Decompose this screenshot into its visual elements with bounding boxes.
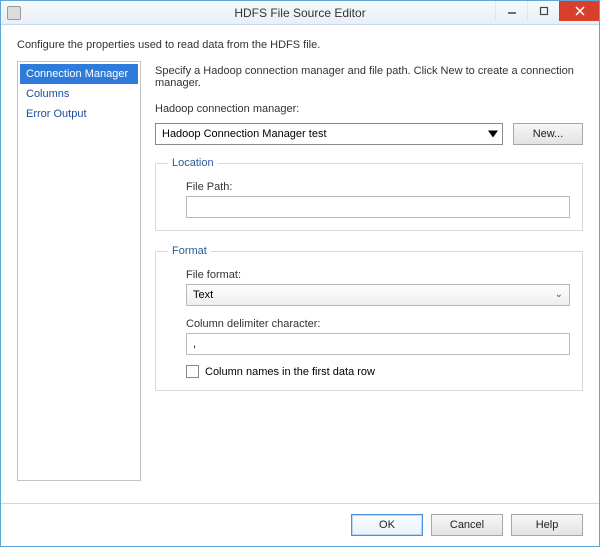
- file-format-label: File format:: [186, 269, 570, 281]
- help-button-label: Help: [536, 519, 559, 531]
- location-group: Location File Path:: [155, 157, 583, 231]
- sidebar-item-label: Error Output: [26, 108, 87, 120]
- hcm-value: Hadoop Connection Manager test: [162, 128, 327, 140]
- file-format-value: Text: [193, 289, 213, 301]
- dialog-window: HDFS File Source Editor Configure the pr…: [0, 0, 600, 547]
- first-row-checkbox[interactable]: [186, 365, 199, 378]
- file-format-select[interactable]: Text ⌄: [186, 284, 570, 306]
- main-panel: Specify a Hadoop connection manager and …: [155, 61, 583, 495]
- ok-button[interactable]: OK: [351, 514, 423, 536]
- hcm-row: Hadoop Connection Manager test New...: [155, 123, 583, 145]
- delimiter-input[interactable]: [186, 333, 570, 355]
- delimiter-label: Column delimiter character:: [186, 318, 570, 330]
- sidebar-item-error-output[interactable]: Error Output: [20, 104, 138, 124]
- minimize-button[interactable]: [495, 1, 527, 21]
- titlebar: HDFS File Source Editor: [1, 1, 599, 25]
- format-group: Format File format: Text ⌄ Column delimi…: [155, 245, 583, 391]
- new-button[interactable]: New...: [513, 123, 583, 145]
- system-icon: [7, 6, 21, 20]
- first-row-checkbox-row[interactable]: Column names in the first data row: [186, 365, 570, 378]
- location-legend: Location: [168, 157, 218, 169]
- maximize-button[interactable]: [527, 1, 559, 21]
- close-icon: [575, 6, 585, 16]
- panel-hint: Specify a Hadoop connection manager and …: [155, 65, 583, 89]
- close-button[interactable]: [559, 1, 599, 21]
- file-path-label: File Path:: [186, 181, 570, 193]
- chevron-down-icon: ⌄: [555, 289, 563, 300]
- sidebar-item-label: Connection Manager: [26, 68, 128, 80]
- first-row-label: Column names in the first data row: [205, 366, 375, 378]
- help-button[interactable]: Help: [511, 514, 583, 536]
- maximize-icon: [539, 6, 549, 16]
- dialog-footer: OK Cancel Help: [1, 503, 599, 546]
- dialog-description: Configure the properties used to read da…: [1, 25, 599, 61]
- file-path-input[interactable]: [186, 196, 570, 218]
- sidebar-item-label: Columns: [26, 88, 69, 100]
- page-list: Connection Manager Columns Error Output: [17, 61, 141, 481]
- cancel-button-label: Cancel: [450, 519, 484, 531]
- format-legend: Format: [168, 245, 211, 257]
- window-controls: [495, 1, 599, 24]
- hcm-combobox[interactable]: Hadoop Connection Manager test: [155, 123, 503, 145]
- sidebar-item-connection-manager[interactable]: Connection Manager: [20, 64, 138, 84]
- dropdown-arrow-icon: [488, 131, 498, 138]
- new-button-label: New...: [533, 128, 564, 140]
- dialog-body: Connection Manager Columns Error Output …: [1, 61, 599, 503]
- hcm-label: Hadoop connection manager:: [155, 103, 583, 115]
- minimize-icon: [507, 6, 517, 16]
- sidebar-item-columns[interactable]: Columns: [20, 84, 138, 104]
- ok-button-label: OK: [379, 519, 395, 531]
- cancel-button[interactable]: Cancel: [431, 514, 503, 536]
